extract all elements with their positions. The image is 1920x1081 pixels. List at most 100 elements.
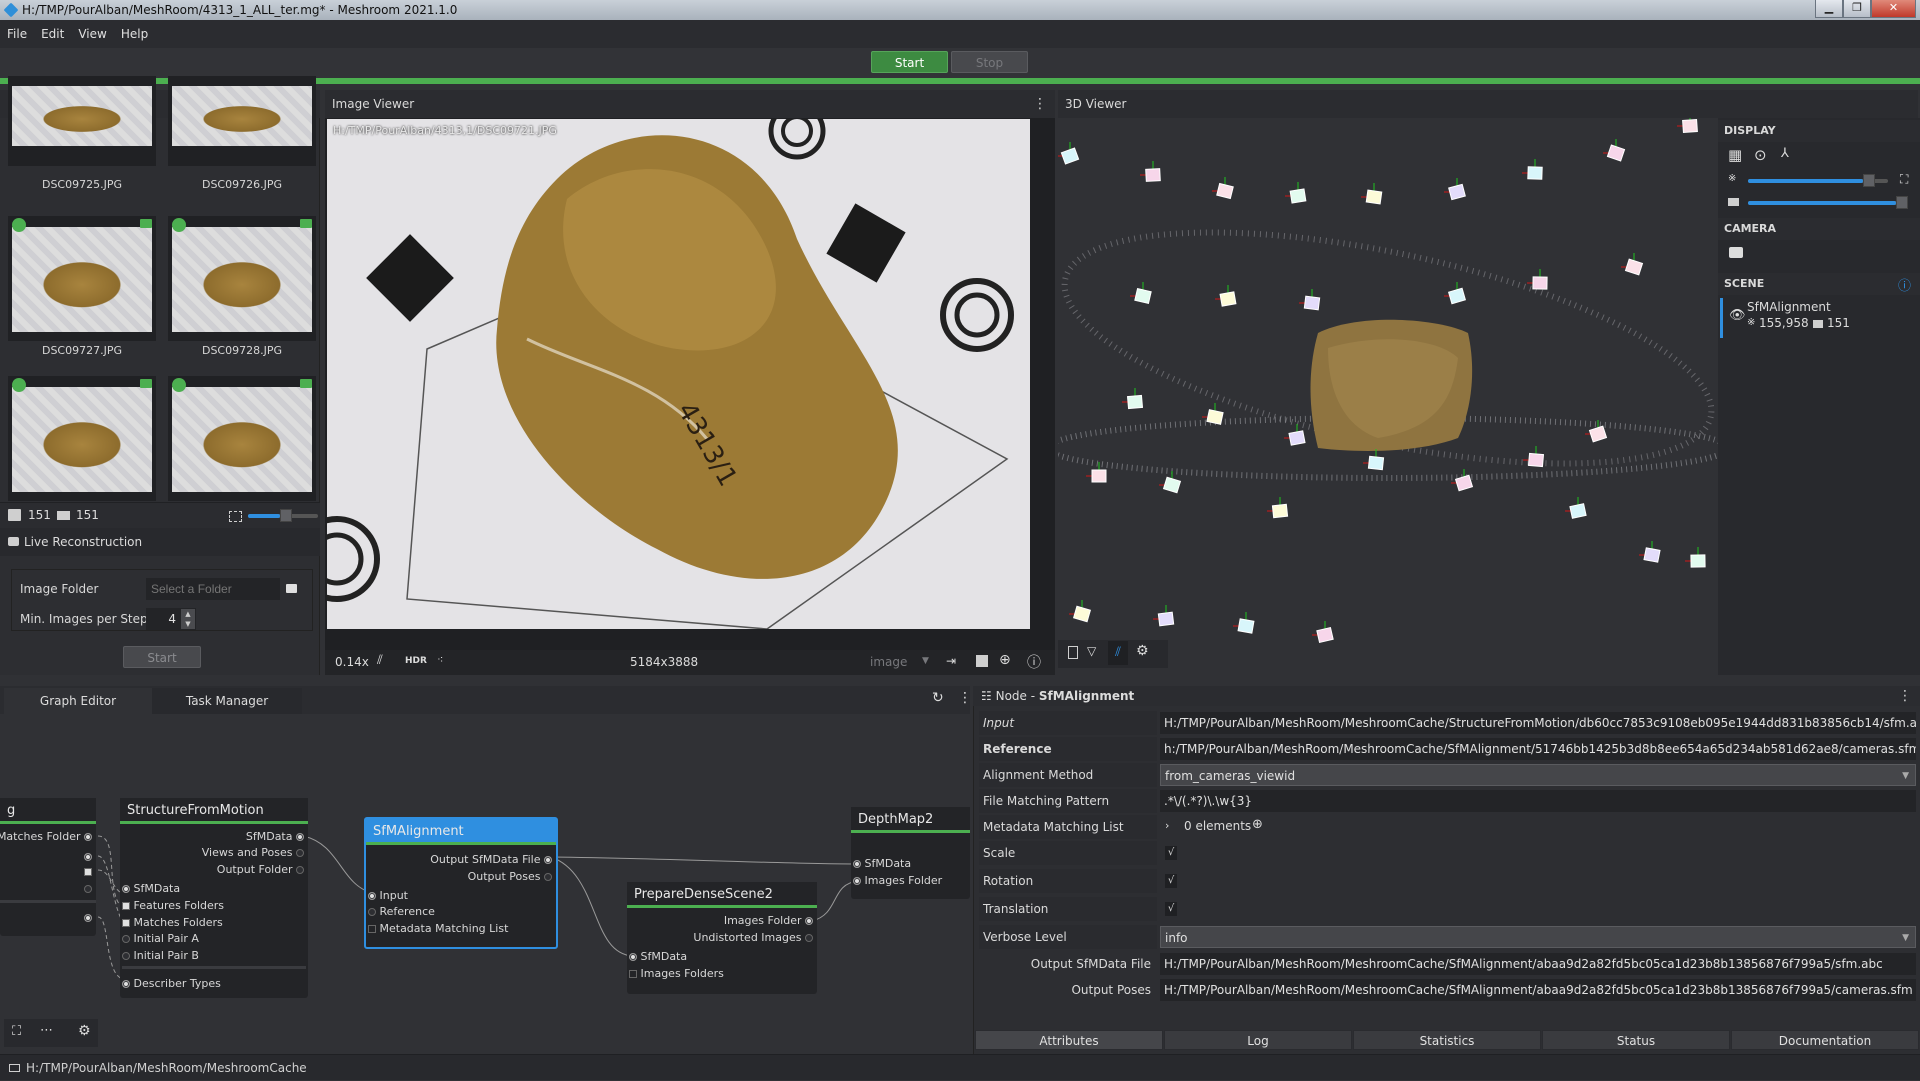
axis-icon[interactable]: ⅄ <box>1781 146 1789 161</box>
port-images-folders[interactable]: Images Folders <box>629 967 724 980</box>
port-matches-folder[interactable]: Matches Folder <box>0 830 92 843</box>
port-dot[interactable] <box>853 877 861 885</box>
thumbnail-size-slider[interactable] <box>248 509 318 522</box>
3d-scene-canvas[interactable]: ▽ ⫽ ⚙ <box>1058 118 1718 675</box>
port-dot[interactable] <box>122 952 130 960</box>
port-dot[interactable] <box>296 866 304 874</box>
toggle-overlay-icon[interactable]: ⫽ <box>377 653 383 668</box>
port-sfmdata-in[interactable]: SfMData <box>853 857 911 870</box>
min-images-spinbox[interactable]: 4 ▲ ▼ <box>146 608 196 630</box>
visibility-eye-icon[interactable]: 👁 <box>1729 308 1746 323</box>
filter-icon[interactable]: ▽ <box>1087 644 1096 658</box>
scene-info-icon[interactable]: ⓘ <box>1898 275 1911 294</box>
attribute-checkbox[interactable]: √ <box>1165 846 1177 860</box>
port-undistorted-images[interactable]: Undistorted Images <box>693 931 813 944</box>
refresh-icon[interactable]: ↻ <box>932 690 944 706</box>
more-options-icon[interactable]: ⋮ <box>1898 686 1912 706</box>
port-matches-folders[interactable]: Matches Folders <box>122 916 223 929</box>
start-compute-button[interactable]: Start <box>871 51 948 73</box>
camera-snapshot-icon[interactable] <box>1729 247 1743 258</box>
globe-icon[interactable]: ⊕ <box>999 652 1011 668</box>
port-output[interactable] <box>84 850 92 863</box>
port-reference[interactable]: Reference <box>368 905 435 918</box>
attribute-value-field[interactable]: H:/TMP/PourAlban/MeshRoom/MeshroomCache/… <box>1160 953 1916 975</box>
histogram-icon[interactable] <box>976 655 988 667</box>
layout-icon[interactable]: ⋯ <box>40 1023 53 1038</box>
port-dot[interactable] <box>84 885 92 893</box>
target-icon[interactable]: ⊙ <box>1754 146 1767 164</box>
attribute-checkbox[interactable]: √ <box>1165 902 1177 916</box>
port-metadata-matching-list[interactable]: Metadata Matching List <box>368 922 508 935</box>
port-input[interactable]: Input <box>368 889 408 902</box>
tab-log[interactable]: Log <box>1164 1030 1352 1050</box>
port-output[interactable] <box>84 865 92 878</box>
menu-help[interactable]: Help <box>114 20 155 48</box>
browse-folder-icon[interactable] <box>286 584 297 593</box>
menu-edit[interactable]: Edit <box>34 20 71 48</box>
port-square[interactable] <box>368 925 376 933</box>
port-sfmdata-in[interactable]: SfMData <box>122 882 180 895</box>
tab-graph-editor[interactable]: Graph Editor <box>4 688 152 714</box>
image-folder-input[interactable] <box>146 578 280 600</box>
close-button[interactable]: ✕ <box>1871 0 1916 18</box>
port-dot[interactable] <box>296 849 304 857</box>
port-dot[interactable] <box>122 980 130 988</box>
spin-arrows-icon[interactable]: ▲ ▼ <box>181 609 195 629</box>
thumbnail[interactable]: DSC09728.JPG <box>168 216 316 366</box>
info-icon[interactable]: ⓘ <box>1027 652 1041 672</box>
port-output[interactable] <box>84 882 92 895</box>
graph-canvas[interactable]: g Matches Folder StructureFromMotion SfM… <box>0 714 970 1054</box>
thumbnail[interactable] <box>168 376 316 501</box>
thumbnail[interactable]: DSC09726.JPG <box>168 76 316 236</box>
port-dot[interactable] <box>296 833 304 841</box>
port-sfmdata-in[interactable]: SfMData <box>629 950 687 963</box>
import-icon[interactable]: ⇥ <box>946 654 956 668</box>
settings-gear-icon[interactable]: ⚙ <box>78 1023 91 1039</box>
point-size-handle[interactable] <box>1863 174 1876 187</box>
port-square[interactable] <box>629 970 637 978</box>
features-icon[interactable]: ⁖ <box>437 653 443 666</box>
camera-scale-handle[interactable] <box>1896 196 1908 209</box>
port-dot[interactable] <box>544 856 552 864</box>
port-dot[interactable] <box>84 853 92 861</box>
port-dot[interactable] <box>853 860 861 868</box>
node-prepare-dense-scene[interactable]: PrepareDenseScene2 Images Folder Undisto… <box>627 882 817 994</box>
port-describer-types[interactable]: Describer Types <box>122 977 221 990</box>
attribute-value-field[interactable]: h:/TMP/PourAlban/MeshRoom/MeshroomCache/… <box>1160 738 1916 760</box>
port-views-poses[interactable]: Views and Poses <box>202 846 304 859</box>
thumbnail[interactable] <box>8 376 156 501</box>
tab-documentation[interactable]: Documentation <box>1731 1030 1919 1050</box>
chevron-right-icon[interactable]: › <box>1165 819 1169 832</box>
tab-status[interactable]: Status <box>1542 1030 1730 1050</box>
port-dot[interactable] <box>805 917 813 925</box>
port-dot[interactable] <box>544 873 552 881</box>
scene-item-sfmalignment[interactable]: 👁 SfMAlignment ※ 155,958 151 <box>1720 298 1918 338</box>
image-canvas[interactable]: 4313/1 <box>327 119 1030 629</box>
restore-button[interactable]: ❐ <box>1843 0 1871 18</box>
port-dot[interactable] <box>84 914 92 922</box>
port-dot[interactable] <box>368 892 376 900</box>
port-initial-pair-a[interactable]: Initial Pair A <box>122 932 199 945</box>
point-size-slider[interactable] <box>1748 174 1888 187</box>
thumbnail-size-handle[interactable] <box>279 509 292 522</box>
thumbnail[interactable]: DSC09727.JPG <box>8 216 156 366</box>
minimize-button[interactable]: ▁ <box>1815 0 1843 18</box>
port-output-sfmdata-file[interactable]: Output SfMData File <box>430 853 552 866</box>
grid-icon[interactable]: ▦ <box>1728 146 1742 164</box>
hdr-button[interactable]: HDR <box>405 656 427 666</box>
port-images-folder-out[interactable]: Images Folder <box>724 914 813 927</box>
port-output-poses[interactable]: Output Poses <box>468 870 552 883</box>
node-sfm-alignment[interactable]: SfMAlignment Output SfMData File Output … <box>364 817 558 949</box>
port-square[interactable] <box>84 868 92 876</box>
live-start-button[interactable]: Start <box>123 646 201 668</box>
node-structure-from-motion[interactable]: StructureFromMotion SfMData Views and Po… <box>120 798 308 998</box>
tab-task-manager[interactable]: Task Manager <box>152 688 302 714</box>
wireframe-toggle-icon[interactable]: ⫽ <box>1108 641 1128 665</box>
port-output[interactable] <box>84 911 92 924</box>
menu-view[interactable]: View <box>71 20 113 48</box>
port-dot[interactable] <box>122 935 130 943</box>
node-partial[interactable]: g Matches Folder <box>0 798 96 936</box>
bounding-box-icon[interactable] <box>1068 646 1078 659</box>
chevron-down-icon[interactable]: ▼ <box>922 656 929 666</box>
add-element-icon[interactable]: ⊕ <box>1252 817 1263 832</box>
